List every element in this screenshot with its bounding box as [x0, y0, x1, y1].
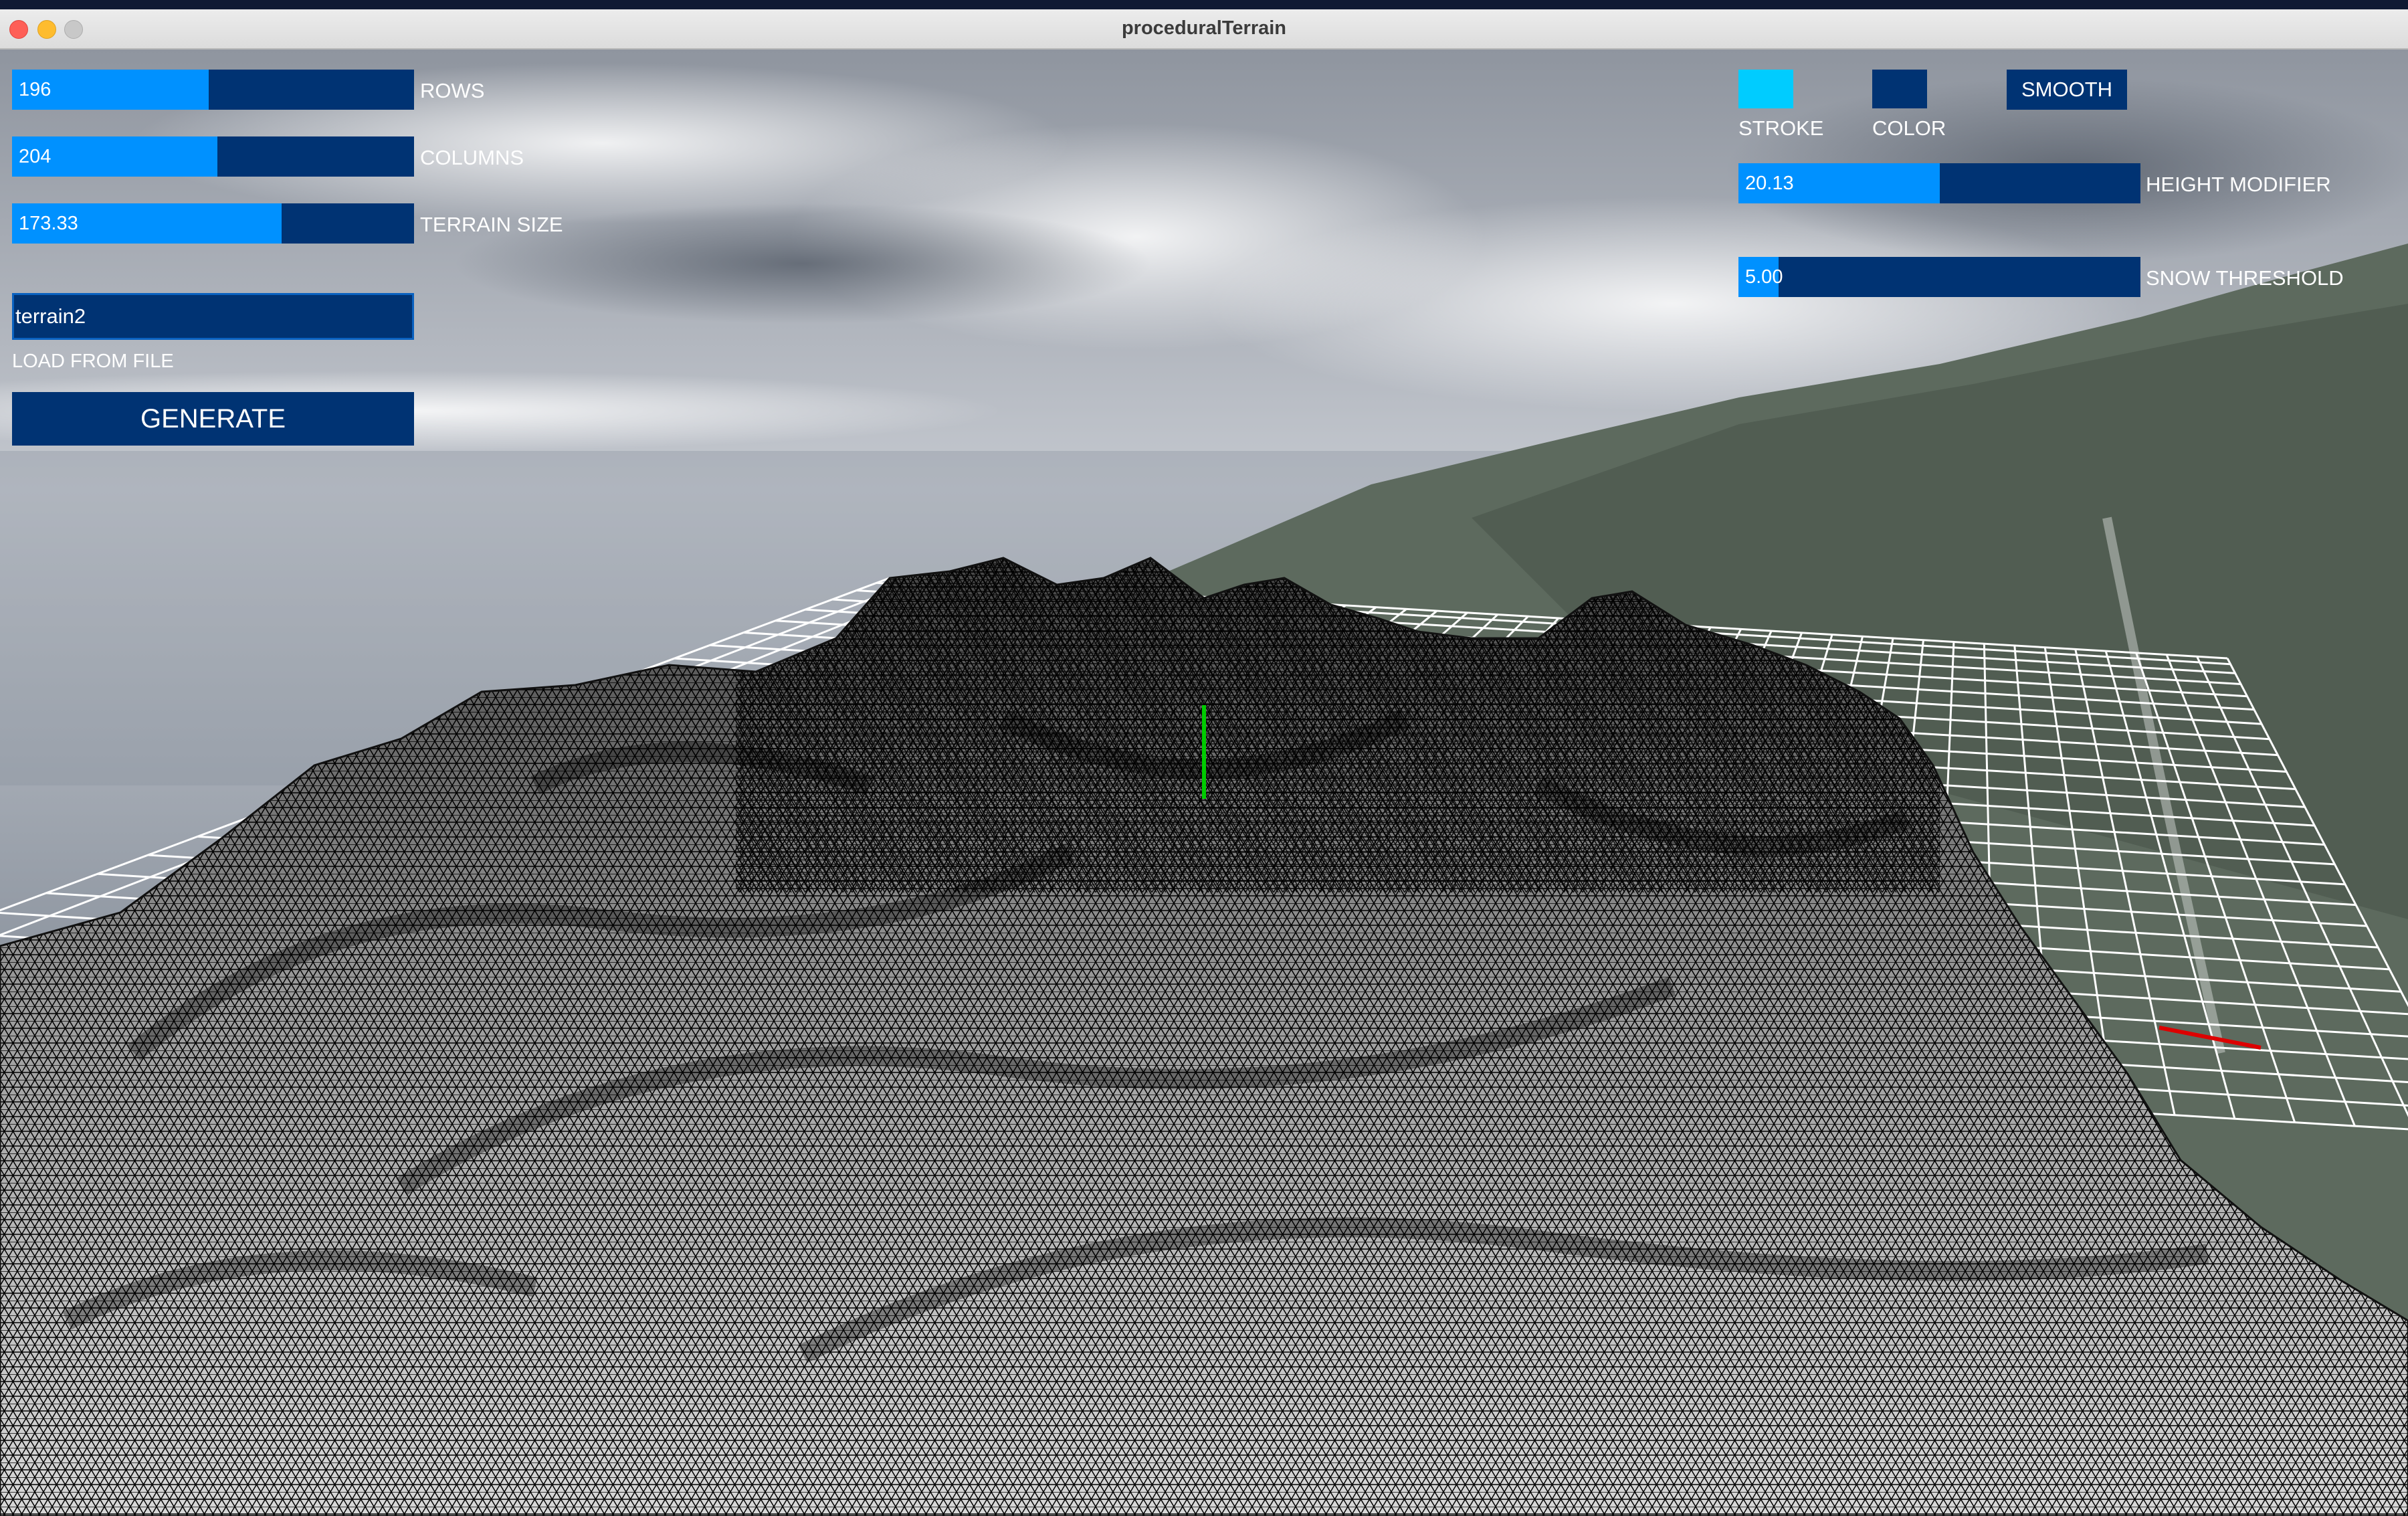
stroke-color-swatch[interactable] [1738, 70, 1793, 108]
snow-threshold-value: 5.00 [1745, 266, 1783, 288]
load-from-file-label: LOAD FROM FILE [12, 351, 174, 372]
generate-button[interactable]: GENERATE [12, 392, 414, 446]
terrain-size-slider[interactable]: 173.33 [12, 203, 414, 244]
terrain-file-input[interactable]: terrain2 [12, 293, 414, 340]
smooth-button[interactable]: SMOOTH [2007, 70, 2127, 110]
height-modifier-label: HEIGHT MODIFIER [2146, 173, 2331, 196]
3d-viewport[interactable]: 196 ROWS 204 COLUMNS 173.33 TERRAIN SIZE… [0, 50, 2408, 1516]
rows-slider[interactable]: 196 [12, 70, 414, 110]
rows-value: 196 [19, 79, 52, 100]
snow-threshold-label: SNOW THRESHOLD [2146, 266, 2344, 290]
title-bar: proceduralTerrain [0, 9, 2408, 50]
columns-slider[interactable]: 204 [12, 136, 414, 177]
columns-label: COLUMNS [420, 146, 524, 169]
snow-threshold-slider[interactable]: 5.00 [1738, 257, 2140, 297]
terrain-size-value: 173.33 [19, 213, 78, 234]
rows-label: ROWS [420, 79, 485, 102]
app-window: proceduralTerrain 196 ROWS 204 COLUMNS 1… [0, 9, 2408, 1516]
color-label: COLOR [1872, 116, 1946, 140]
fill-color-swatch[interactable] [1872, 70, 1927, 108]
stroke-label: STROKE [1738, 116, 1824, 140]
columns-value: 204 [19, 146, 52, 167]
height-modifier-slider[interactable]: 20.13 [1738, 163, 2140, 203]
terrain-size-label: TERRAIN SIZE [420, 213, 563, 236]
height-modifier-value: 20.13 [1745, 173, 1794, 194]
window-title: proceduralTerrain [1121, 17, 1287, 39]
